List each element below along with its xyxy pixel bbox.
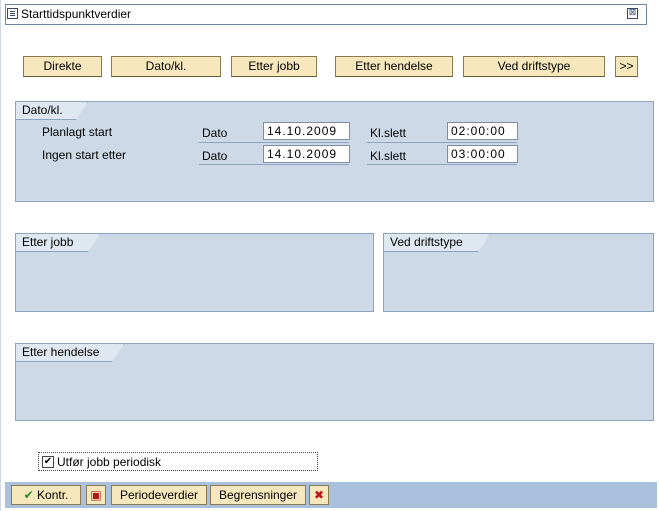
operation-mode-button[interactable]: Ved driftstype [463,56,605,77]
operation-mode-panel: Ved driftstype [383,233,654,312]
period-values-button[interactable]: Periodeverdier [111,485,207,505]
after-event-panel: Etter hendelse [15,343,654,421]
no-start-after-time-underline [367,164,517,165]
window-title: Starttidspunktverdier [21,7,132,21]
planned-start-label: Planlagt start [42,125,113,139]
restrictions-button[interactable]: Begrensninger [210,485,306,505]
direct-button[interactable]: Direkte [23,56,102,77]
after-event-panel-tab: Etter hendelse [16,344,124,362]
planned-start-date-input[interactable]: 14.10.2009 [263,122,350,140]
no-start-after-time-input[interactable]: 03:00:00 [447,145,518,163]
date-time-panel: Dato/kl. Planlagt start Dato 14.10.2009 … [15,101,654,202]
cancel-icon: ✖ [313,488,325,502]
no-start-after-date-underline [199,164,349,165]
operation-mode-panel-tab: Ved driftstype [384,234,490,252]
save-icon: ▣ [90,488,102,502]
planned-start-time-label: Kl.slett [370,126,407,140]
no-start-after-label: Ingen start etter [42,148,127,162]
after-job-panel: Etter jobb [15,233,374,312]
periodic-job-label: Utfør jobb periodisk [57,455,162,469]
planned-start-date-underline [199,142,349,143]
after-event-button[interactable]: Etter hendelse [335,56,453,77]
check-button[interactable]: ✔ Kontr. [11,485,81,505]
periodic-job-row[interactable]: ✔ Utfør jobb periodisk [38,452,318,471]
save-button[interactable]: ▣ [86,485,106,505]
planned-start-time-input[interactable]: 02:00:00 [447,122,518,140]
more-button[interactable]: >> [615,56,638,77]
after-job-panel-tab: Etter jobb [16,234,100,252]
title-bar: Starttidspunktverdier ⊠ [1,0,659,26]
window-icon [7,8,18,19]
no-start-after-date-label: Dato [202,149,228,163]
close-icon[interactable]: ⊠ [627,8,638,19]
date-time-panel-tab: Dato/kl. [16,102,88,120]
date-time-button[interactable]: Dato/kl. [111,56,221,77]
cancel-button[interactable]: ✖ [309,485,329,505]
planned-start-date-label: Dato [202,126,228,140]
periodic-job-checkbox[interactable]: ✔ [42,456,54,468]
no-start-after-time-label: Kl.slett [370,149,407,163]
planned-start-time-underline [367,142,517,143]
after-job-button[interactable]: Etter jobb [231,56,317,77]
checkmark-icon: ✔ [23,488,34,502]
dialog-window: Starttidspunktverdier ⊠ Direkte Dato/kl.… [0,0,659,511]
footer-bar: ✔ Kontr. ▣ Periodeverdier Begrensninger … [5,482,657,508]
check-button-label: Kontr. [37,488,69,502]
no-start-after-date-input[interactable]: 14.10.2009 [263,145,350,163]
